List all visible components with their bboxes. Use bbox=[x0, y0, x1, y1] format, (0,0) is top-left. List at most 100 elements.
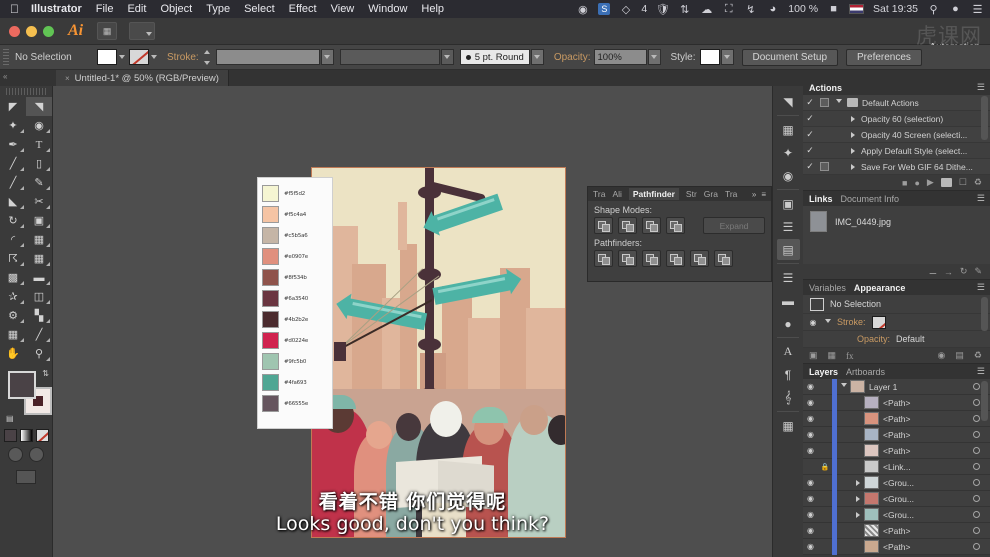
table-row[interactable]: ◉ <Path> bbox=[803, 411, 990, 427]
pathfinder-panel[interactable]: Tra Ali Pathfinder Str Gra Tra » ≡ Shape… bbox=[587, 186, 772, 282]
wifi-icon[interactable]: ◕ bbox=[766, 3, 779, 16]
graphic-style-dropdown[interactable] bbox=[721, 49, 734, 65]
free-transform-tool[interactable]: ▦ bbox=[26, 230, 52, 249]
fill-color-control[interactable] bbox=[97, 49, 125, 65]
tab-transform[interactable]: Tra bbox=[593, 189, 605, 199]
gradient-panel-icon[interactable]: ▬ bbox=[777, 290, 800, 311]
artboard[interactable] bbox=[312, 168, 565, 537]
tab-pathfinder[interactable]: Pathfinder bbox=[629, 188, 679, 200]
action-enabled-check[interactable]: ✓ bbox=[803, 129, 817, 140]
canvas-area[interactable]: #f5f5d2 #f5c4a4 #c5b5a6 #e0907e #8f534b … bbox=[53, 86, 772, 557]
target-indicator[interactable] bbox=[973, 543, 980, 550]
stroke-color-control[interactable] bbox=[129, 49, 157, 65]
expand-toggle[interactable] bbox=[837, 383, 850, 390]
visibility-eye-icon[interactable]: ◉ bbox=[803, 542, 818, 551]
swatch-chip[interactable] bbox=[262, 248, 279, 265]
swatch-chip[interactable] bbox=[262, 290, 279, 307]
symbol-sprayer-tool[interactable]: ⚙ bbox=[0, 306, 26, 325]
menu-select[interactable]: Select bbox=[244, 3, 275, 15]
table-row[interactable]: ◉ <Path> bbox=[803, 443, 990, 459]
line-segment-tool[interactable]: ╱ bbox=[0, 154, 26, 173]
menu-file[interactable]: File bbox=[96, 3, 114, 15]
swatch-chip[interactable] bbox=[262, 374, 279, 391]
scale-tool[interactable]: ▣ bbox=[26, 211, 52, 230]
swatch-row[interactable]: #8f534b bbox=[262, 267, 328, 288]
table-row[interactable]: ✓ Opacity 40 Screen (selecti... bbox=[803, 127, 990, 143]
gradient-button[interactable] bbox=[20, 429, 33, 442]
table-row[interactable]: ✓ Default Actions bbox=[803, 95, 990, 111]
add-new-effect-icon[interactable]: fx bbox=[846, 351, 854, 361]
visibility-eye-icon[interactable]: ◉ bbox=[807, 318, 819, 327]
add-new-stroke-icon[interactable]: ▣ bbox=[809, 350, 818, 361]
swatch-row[interactable]: #66555e bbox=[262, 393, 328, 414]
graphic-styles-panel-icon[interactable]: ▦ bbox=[777, 415, 800, 436]
transform-panel-icon[interactable]: ▣ bbox=[777, 193, 800, 214]
menu-window[interactable]: Window bbox=[368, 3, 407, 15]
swatch-chip[interactable] bbox=[262, 353, 279, 370]
color-swatch-legend[interactable]: #f5f5d2 #f5c4a4 #c5b5a6 #e0907e #8f534b … bbox=[257, 177, 333, 429]
create-new-action-icon[interactable]: ☐ bbox=[959, 177, 967, 188]
slice-tool[interactable]: ╱ bbox=[26, 325, 52, 344]
appearance-stroke-row[interactable]: ◉ Stroke: bbox=[803, 314, 990, 331]
collapse-icon[interactable]: » bbox=[752, 190, 756, 199]
merge-button[interactable] bbox=[642, 250, 661, 267]
rectangle-tool[interactable]: ▯ bbox=[26, 154, 52, 173]
perspective-grid-tool[interactable]: ▦ bbox=[26, 249, 52, 268]
table-row[interactable]: ◉ <Path> bbox=[803, 523, 990, 539]
visibility-eye-icon[interactable]: ◉ bbox=[803, 430, 818, 439]
column-graph-tool[interactable]: ▚ bbox=[26, 306, 52, 325]
tools-panel-grip[interactable] bbox=[6, 88, 46, 95]
document-tab[interactable]: × Untitled-1* @ 50% (RGB/Preview) bbox=[56, 70, 229, 86]
type-tool[interactable]: T bbox=[26, 135, 52, 154]
actions-scrollbar[interactable] bbox=[981, 96, 988, 140]
menu-edit[interactable]: Edit bbox=[127, 3, 146, 15]
transparency-panel-icon[interactable]: ● bbox=[777, 313, 800, 334]
rotate-tool[interactable]: ↻ bbox=[0, 211, 26, 230]
menu-effect[interactable]: Effect bbox=[289, 3, 317, 15]
expand-toggle[interactable] bbox=[845, 148, 861, 154]
unite-button[interactable] bbox=[594, 217, 613, 234]
target-indicator[interactable] bbox=[973, 527, 980, 534]
target-indicator[interactable] bbox=[973, 447, 980, 454]
delete-selection-icon[interactable]: ♻ bbox=[974, 177, 982, 188]
battery-icon[interactable]: ■ bbox=[827, 3, 840, 16]
chevron-down-icon[interactable] bbox=[151, 55, 157, 59]
tab-stroke[interactable]: Str bbox=[686, 189, 697, 199]
fill-swatch[interactable] bbox=[97, 49, 117, 65]
draw-normal-button[interactable] bbox=[8, 447, 23, 462]
action-enabled-check[interactable]: ✓ bbox=[803, 145, 817, 156]
align-panel-icon[interactable]: ☰ bbox=[777, 216, 800, 237]
stroke-panel-icon[interactable]: ☰ bbox=[777, 267, 800, 288]
swatch-chip[interactable] bbox=[262, 332, 279, 349]
swatch-row[interactable]: #f5c4a4 bbox=[262, 204, 328, 225]
selection-tool[interactable]: ◤ bbox=[0, 97, 26, 116]
opacity-label[interactable]: Opacity: bbox=[554, 52, 591, 63]
panel-menu-icon[interactable]: ☰ bbox=[977, 366, 984, 377]
mesh-tool[interactable]: ▩ bbox=[0, 268, 26, 287]
zoom-button[interactable] bbox=[43, 26, 54, 37]
close-button[interactable] bbox=[9, 26, 20, 37]
panel-menu-icon[interactable]: ☰ bbox=[977, 193, 984, 204]
swatch-row[interactable]: #d0224e bbox=[262, 330, 328, 351]
delete-item-icon[interactable]: ♻ bbox=[974, 350, 982, 361]
visibility-eye-icon[interactable]: ◉ bbox=[803, 510, 818, 519]
visibility-eye-icon[interactable]: ◉ bbox=[803, 382, 818, 391]
bluetooth-icon[interactable]: ↯ bbox=[744, 3, 757, 16]
swatch-row[interactable]: #6a3540 bbox=[262, 288, 328, 309]
panel-menu-icon[interactable]: ≡ bbox=[761, 190, 766, 199]
tab-links[interactable]: Links bbox=[809, 194, 833, 204]
visibility-eye-icon[interactable]: ◉ bbox=[803, 478, 818, 487]
swatch-chip[interactable] bbox=[262, 395, 279, 412]
document-setup-button[interactable]: Document Setup bbox=[742, 49, 839, 66]
close-icon[interactable]: × bbox=[65, 74, 70, 83]
expand-toggle[interactable] bbox=[845, 132, 861, 138]
lasso-tool[interactable]: ◉ bbox=[26, 116, 52, 135]
stroke-label[interactable]: Stroke: bbox=[837, 317, 866, 327]
lock-icon[interactable]: 🔒 bbox=[818, 463, 832, 471]
expand-toggle[interactable] bbox=[825, 319, 831, 326]
table-row[interactable]: ◉ <Path> bbox=[803, 395, 990, 411]
outline-button[interactable] bbox=[690, 250, 709, 267]
tab-align[interactable]: Ali bbox=[612, 189, 621, 199]
appearance-scrollbar[interactable] bbox=[981, 297, 988, 331]
action-dialog-toggle[interactable] bbox=[817, 98, 831, 107]
